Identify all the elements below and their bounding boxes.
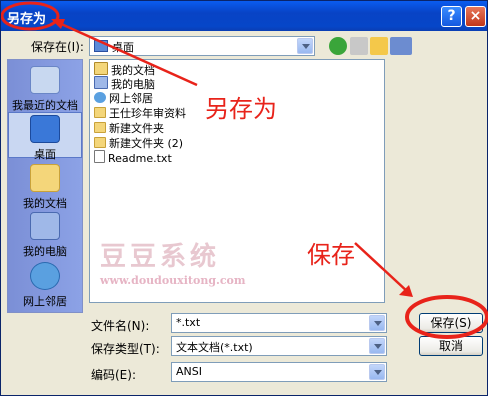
my-computer-icon <box>94 76 108 89</box>
network-places-icon <box>94 92 106 103</box>
view-menu-icon[interactable] <box>390 37 412 55</box>
watermark-title: 豆豆系统 <box>100 242 221 272</box>
place-recent[interactable]: 我最近的文档 <box>8 66 82 113</box>
place-label: 我的文档 <box>23 197 67 210</box>
list-item[interactable]: 新建文件夹 (2) <box>94 135 184 150</box>
list-item[interactable]: Readme.txt <box>94 150 172 165</box>
filename-input[interactable]: *.txt <box>171 313 387 333</box>
my-documents-icon <box>30 164 60 192</box>
encoding-label: 编码(E): <box>91 368 136 382</box>
place-label: 我的电脑 <box>23 245 67 258</box>
place-network[interactable]: 网上邻居 <box>8 262 82 309</box>
save-as-dialog: 另存为 ? × 保存在(I): 桌面 我最近的文档 桌面 我的文档 我的电脑 网… <box>0 0 488 396</box>
list-item[interactable]: 我的文档 <box>94 62 155 77</box>
cancel-button[interactable]: 取消 <box>419 336 483 356</box>
place-my-computer[interactable]: 我的电脑 <box>8 212 82 259</box>
up-folder-icon[interactable] <box>350 37 368 55</box>
file-name: 新建文件夹 <box>109 122 164 135</box>
help-button[interactable]: ? <box>441 6 462 27</box>
file-name: 新建文件夹 (2) <box>109 137 184 150</box>
my-documents-icon <box>94 62 108 75</box>
list-item[interactable]: 我的电脑 <box>94 76 155 91</box>
file-name: 网上邻居 <box>109 92 153 105</box>
encoding-value: ANSI <box>176 365 202 378</box>
annotation-saveas: 另存为 <box>205 95 277 123</box>
place-label: 桌面 <box>34 148 56 161</box>
new-folder-icon[interactable] <box>370 37 388 55</box>
file-name: 王仕珍年审资料 <box>109 107 186 120</box>
save-in-dropdown[interactable]: 桌面 <box>89 36 315 56</box>
save-arrow-head <box>399 285 413 297</box>
recent-documents-icon <box>30 66 60 94</box>
filename-label: 文件名(N): <box>91 319 150 333</box>
annotation-save: 保存 <box>307 241 355 269</box>
place-label: 我最近的文档 <box>12 99 78 112</box>
watermark-url: www.doudouxitong.com <box>100 274 246 287</box>
close-button[interactable]: × <box>465 6 486 27</box>
list-item[interactable]: 新建文件夹 <box>94 120 164 135</box>
title-bar: 另存为 ? × <box>1 1 487 31</box>
chevron-down-icon[interactable] <box>297 38 313 54</box>
text-file-icon <box>94 150 105 163</box>
save-button[interactable]: 保存(S) <box>419 313 483 333</box>
filename-value: *.txt <box>176 316 201 329</box>
save-in-value: 桌面 <box>112 41 134 54</box>
place-label: 网上邻居 <box>23 295 67 308</box>
chevron-down-icon[interactable] <box>369 364 385 380</box>
filetype-label: 保存类型(T): <box>91 342 160 356</box>
file-name: Readme.txt <box>108 152 172 165</box>
network-places-icon <box>30 262 60 290</box>
folder-icon <box>94 107 106 118</box>
folder-icon <box>94 122 106 133</box>
my-computer-icon <box>30 212 60 240</box>
place-my-documents[interactable]: 我的文档 <box>8 164 82 211</box>
chevron-down-icon[interactable] <box>369 338 385 354</box>
place-desktop[interactable]: 桌面 <box>8 112 82 161</box>
places-bar: 我最近的文档 桌面 我的文档 我的电脑 网上邻居 <box>7 59 83 313</box>
back-icon[interactable] <box>329 37 347 55</box>
folder-icon <box>94 137 106 148</box>
filetype-dropdown[interactable]: 文本文档(*.txt) <box>171 336 387 356</box>
desktop-icon <box>94 40 108 52</box>
list-item[interactable]: 王仕珍年审资料 <box>94 105 186 120</box>
filetype-value: 文本文档(*.txt) <box>176 341 253 354</box>
list-item[interactable]: 网上邻居 <box>94 90 153 105</box>
chevron-down-icon[interactable] <box>369 315 385 331</box>
encoding-dropdown[interactable]: ANSI <box>171 362 387 382</box>
save-in-label: 保存在(I): <box>31 40 84 54</box>
desktop-icon <box>30 115 60 143</box>
dialog-title: 另存为 <box>7 12 47 27</box>
